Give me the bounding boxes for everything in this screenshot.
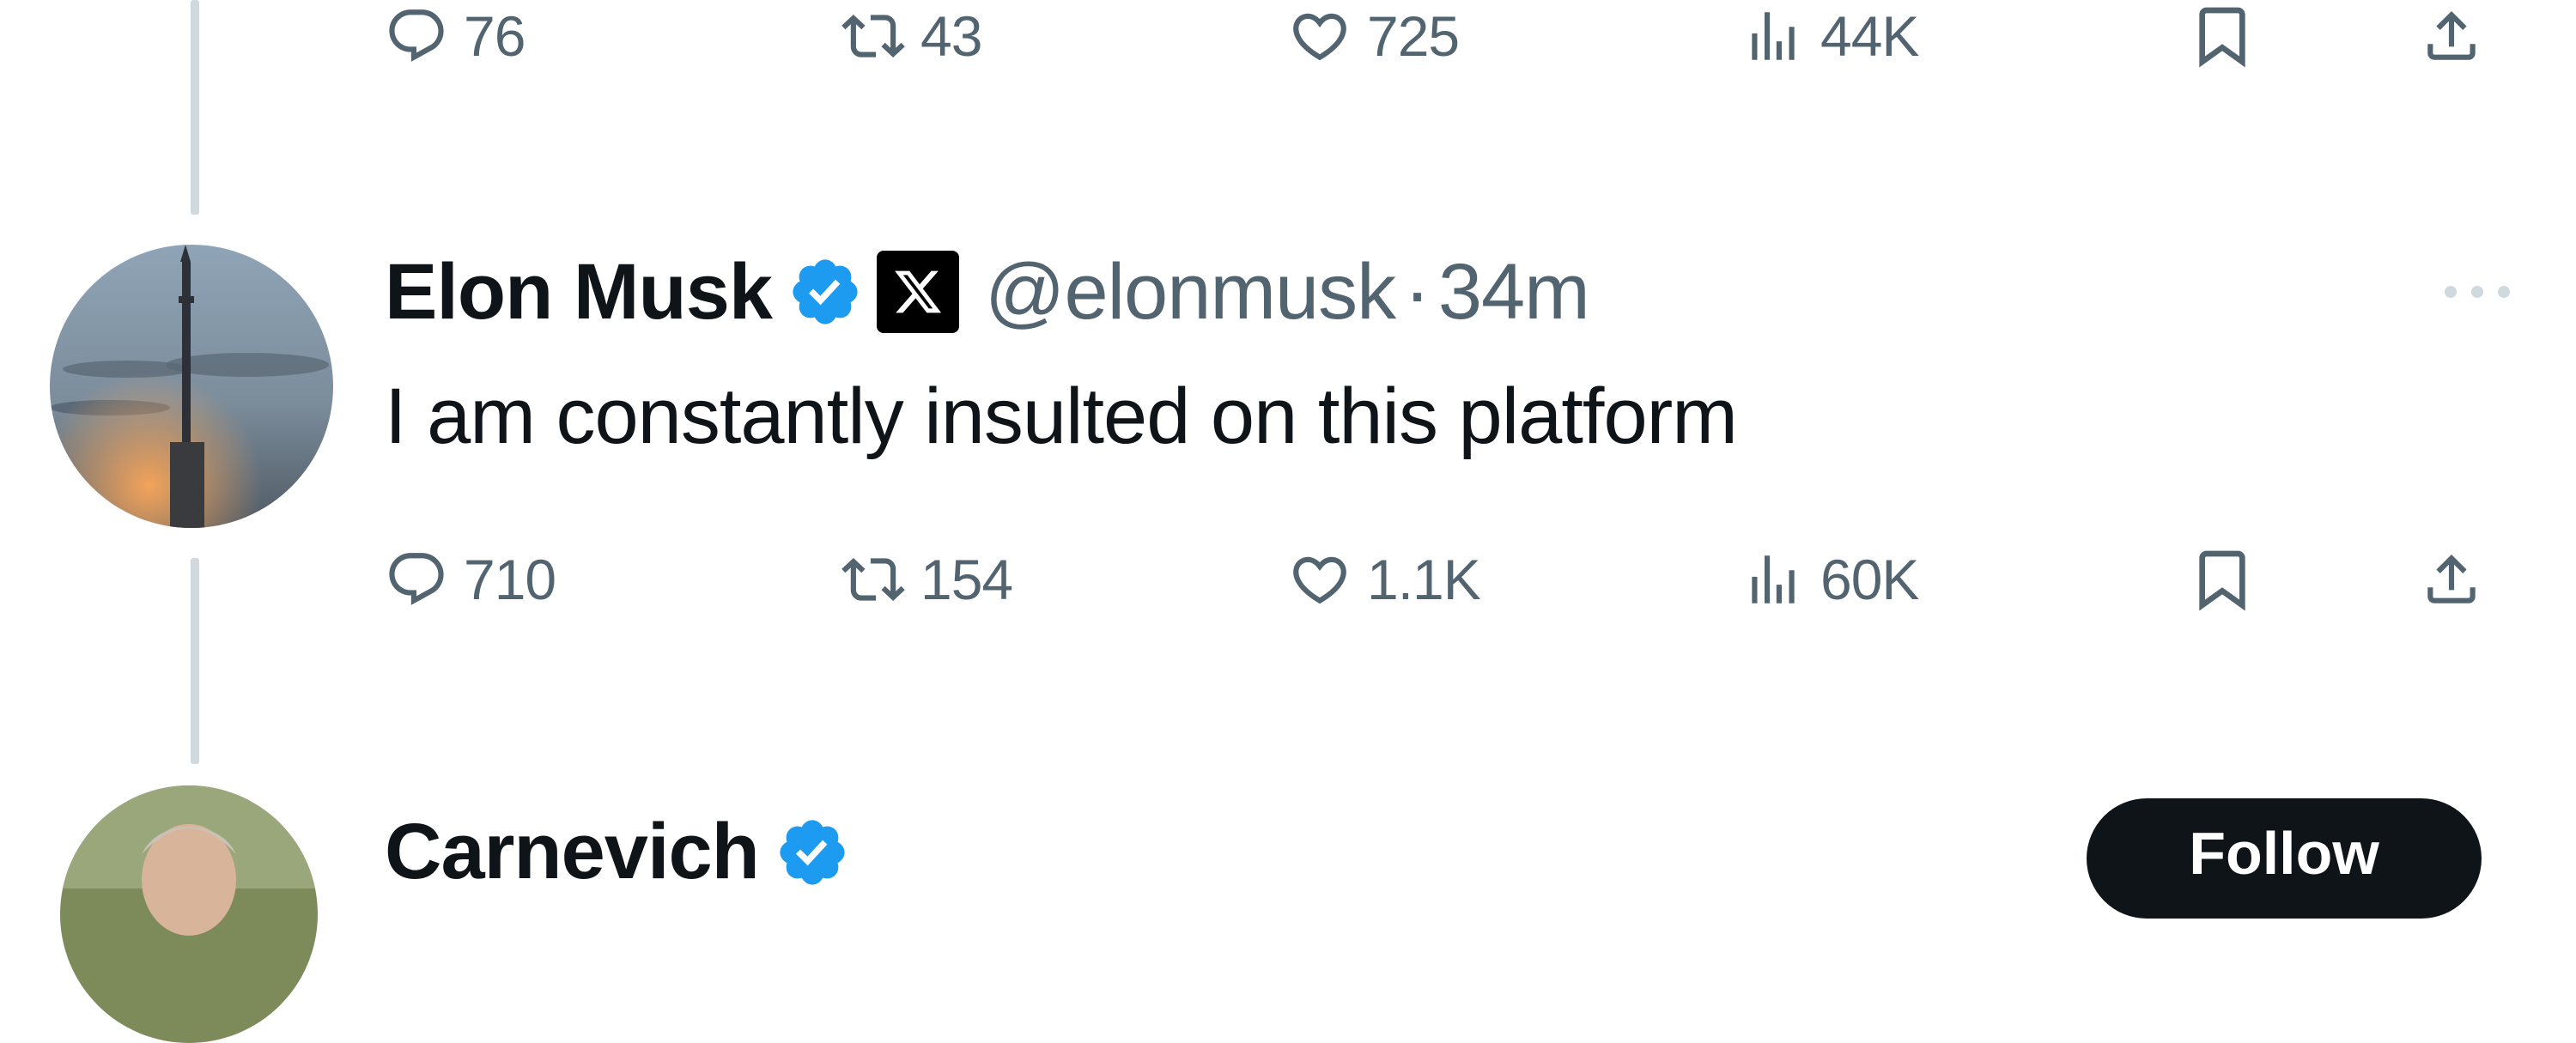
like-button[interactable]: 725 (1288, 0, 1460, 79)
bookmark-icon (2199, 7, 2245, 68)
views-icon (1752, 555, 1795, 603)
like-count: 1.1K (1367, 548, 1481, 611)
reply-icon (389, 9, 444, 62)
thread-line-bottom (191, 558, 199, 764)
next-avatar[interactable] (60, 785, 318, 1043)
views-count: 60K (1820, 548, 1919, 611)
share-icon (2427, 554, 2476, 603)
x-logo-icon (877, 251, 960, 333)
reply-button[interactable]: 76 (385, 0, 526, 79)
author-handle[interactable]: @elonmusk (985, 247, 1396, 337)
repost-count: 43 (920, 4, 982, 68)
reply-count: 710 (464, 548, 556, 611)
verified-icon (780, 819, 845, 885)
repost-button[interactable]: 154 (841, 537, 1013, 622)
tweet-time[interactable]: 34m (1438, 247, 1590, 337)
author-name[interactable]: Elon Musk (385, 247, 773, 337)
repost-count: 154 (920, 548, 1013, 611)
views-count: 44K (1820, 4, 1919, 68)
share-icon (2427, 10, 2476, 60)
share-button[interactable] (2420, 537, 2483, 622)
follow-label: Follow (2189, 820, 2379, 887)
separator-dot: · (1404, 247, 1431, 336)
avatar[interactable] (50, 245, 333, 528)
more-icon (2445, 286, 2510, 298)
previous-tweet-actions: 76 43 725 44K (385, 0, 2514, 79)
author-line: Elon Musk @elonmusk · 34m (385, 245, 1590, 339)
bookmark-icon (2199, 550, 2245, 611)
views-button[interactable]: 60K (1741, 537, 1919, 622)
main-tweet-actions: 710 154 1.1K 60K (385, 537, 2514, 622)
verified-icon (793, 259, 858, 324)
next-author-name[interactable]: Carnevich (385, 807, 760, 897)
views-icon (1752, 12, 1795, 60)
repost-icon (841, 14, 905, 58)
like-icon (1293, 556, 1346, 604)
like-count: 725 (1367, 4, 1460, 68)
reply-count: 76 (464, 4, 526, 68)
repost-icon (841, 557, 905, 602)
share-button[interactable] (2420, 0, 2483, 79)
bookmark-button[interactable] (2188, 0, 2257, 79)
repost-button[interactable]: 43 (841, 0, 982, 79)
follow-button[interactable]: Follow (2087, 798, 2482, 919)
more-button[interactable] (2430, 266, 2524, 318)
next-author-line: Carnevich (385, 807, 850, 897)
reply-button[interactable]: 710 (385, 537, 556, 622)
views-button[interactable]: 44K (1741, 0, 1919, 79)
like-icon (1293, 13, 1346, 61)
bookmark-button[interactable] (2188, 537, 2257, 622)
thread-line-top (191, 0, 199, 215)
reply-icon (389, 553, 444, 605)
like-button[interactable]: 1.1K (1288, 537, 1481, 622)
tweet-text: I am constantly insulted on this platfor… (385, 373, 1738, 460)
